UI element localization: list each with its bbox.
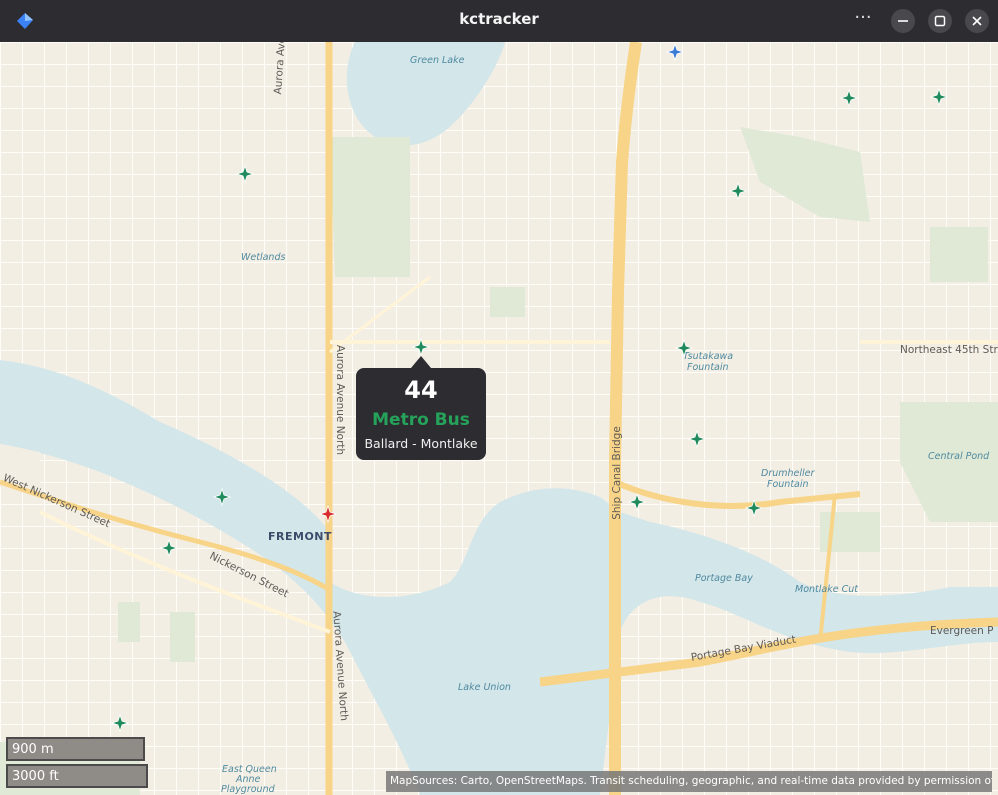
popup-route-number: 44 [404, 376, 438, 404]
street-evergreen: Evergreen P [930, 625, 994, 637]
label-tsutakawa-2: Fountain [687, 362, 729, 373]
popup-route-description: Ballard - Montlake [364, 436, 478, 451]
label-portage-bay: Portage Bay [695, 573, 753, 584]
vehicle-marker[interactable] [744, 498, 764, 518]
vehicle-marker[interactable] [728, 181, 748, 201]
label-lake-union: Lake Union [458, 682, 511, 693]
vehicle-marker[interactable] [839, 88, 859, 108]
title-bar[interactable]: kctracker ··· [0, 0, 998, 42]
map-view[interactable]: Green Lake Wetlands FREMONT Tsutakawa Fo… [0, 42, 998, 795]
maximize-icon [934, 15, 946, 27]
vehicle-star-icon [929, 87, 949, 107]
label-wetlands: Wetlands [241, 252, 286, 263]
vehicle-star-icon [411, 337, 431, 357]
scale-bar-metric: 900 m [6, 737, 145, 761]
street-ship-canal-bridge: Ship Canal Bridge [610, 426, 623, 520]
vehicle-star-icon [744, 498, 764, 518]
vehicle-marker[interactable] [627, 492, 647, 512]
vehicle-star-icon [235, 164, 255, 184]
label-fremont: FREMONT [268, 530, 333, 543]
vehicle-marker[interactable] [235, 164, 255, 184]
vehicle-marker[interactable] [665, 42, 685, 62]
label-drumheller-2: Fountain [767, 479, 809, 490]
label-drumheller-1: Drumheller [761, 468, 815, 479]
vehicle-marker[interactable] [929, 87, 949, 107]
app-window: kctracker ··· Green Lake Wetlands FREMON… [0, 0, 998, 795]
vehicle-marker[interactable] [110, 713, 130, 733]
street-ne-45th: Northeast 45th Str [900, 344, 998, 356]
vehicle-star-icon [728, 181, 748, 201]
vehicle-marker[interactable] [674, 338, 694, 358]
minimize-button[interactable] [891, 9, 915, 33]
close-button[interactable] [965, 9, 989, 33]
vehicle-star-icon [627, 492, 647, 512]
vehicle-marker[interactable] [212, 487, 232, 507]
window-title: kctracker [459, 10, 539, 28]
label-green-lake: Green Lake [410, 55, 465, 66]
vehicle-star-icon [159, 538, 179, 558]
vehicle-marker-selected[interactable] [411, 337, 431, 357]
scale-bar-imperial: 3000 ft [6, 764, 148, 788]
vehicle-marker[interactable] [159, 538, 179, 558]
more-options-button[interactable]: ··· [851, 9, 875, 31]
map-attribution: MapSources: Carto, OpenStreetMaps. Trans… [386, 771, 992, 792]
vehicle-star-icon [839, 88, 859, 108]
vehicle-marker[interactable] [318, 504, 338, 524]
vehicle-star-icon [687, 429, 707, 449]
label-central-pond: Central Pond [928, 451, 990, 462]
minimize-icon [898, 20, 908, 22]
vehicle-star-icon [318, 504, 338, 524]
street-aurora-2: Aurora Avenue North [334, 344, 347, 456]
vehicle-popup[interactable]: 44 Metro Bus Ballard - Montlake [356, 356, 486, 460]
popup-agency: Metro Bus [372, 410, 470, 430]
vehicle-star-icon [212, 487, 232, 507]
close-icon [972, 16, 982, 26]
label-montlake-cut: Montlake Cut [795, 584, 858, 595]
vehicle-marker[interactable] [687, 429, 707, 449]
maximize-button[interactable] [928, 9, 952, 33]
vehicle-star-icon [110, 713, 130, 733]
vehicle-star-icon [674, 338, 694, 358]
label-east-queen-3: Playground [221, 784, 275, 795]
vehicle-star-icon [665, 42, 685, 62]
